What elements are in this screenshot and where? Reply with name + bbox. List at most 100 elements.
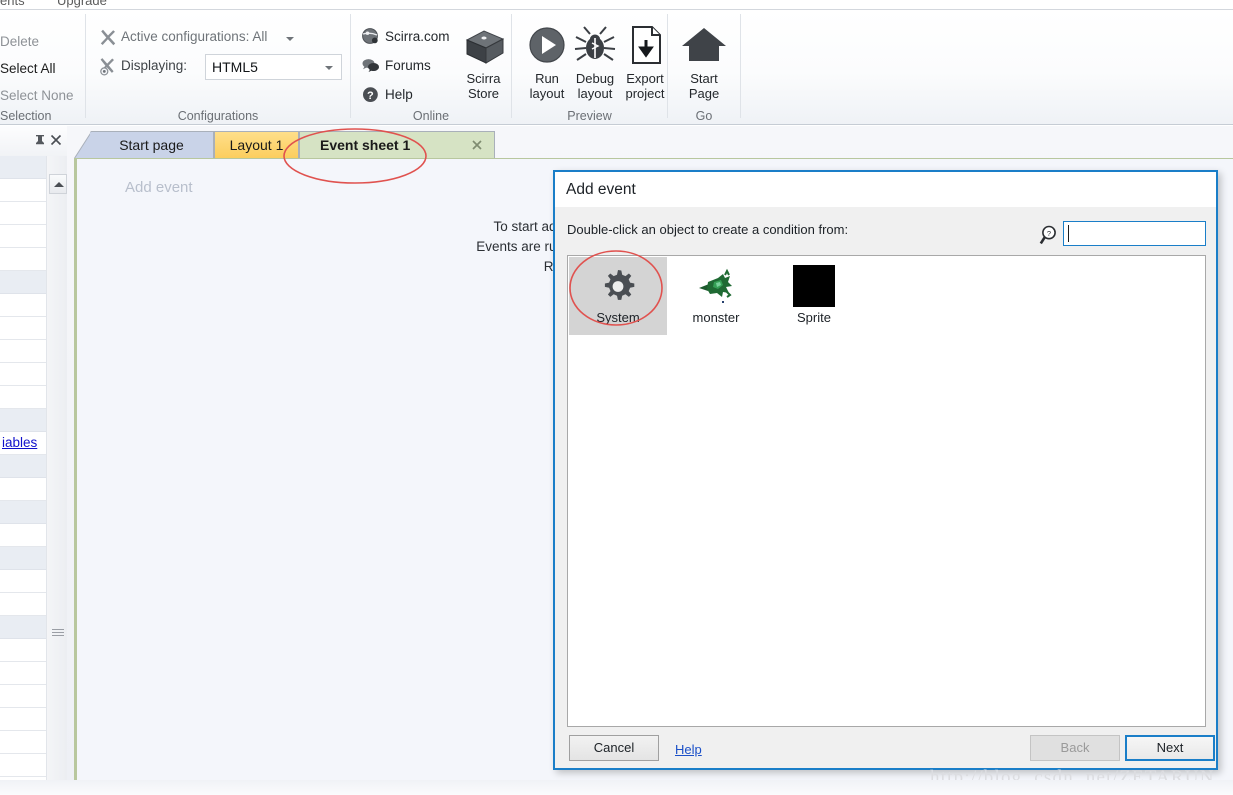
close-icon[interactable] bbox=[470, 138, 484, 152]
search-help-icon[interactable]: ? bbox=[1039, 224, 1061, 246]
debug-layout-label-1: Debug bbox=[575, 71, 615, 86]
tab-start-page[interactable]: Start page bbox=[90, 131, 214, 159]
cancel-button[interactable]: Cancel bbox=[569, 735, 659, 761]
object-item-system[interactable]: System bbox=[569, 257, 667, 335]
properties-row[interactable] bbox=[0, 754, 46, 777]
active-configurations-label: Active configurations: All bbox=[121, 29, 268, 44]
ribbon-group-go: Start Page Go bbox=[668, 10, 740, 124]
object-type-list[interactable]: System monster Sprite bbox=[567, 255, 1206, 727]
dialog-instruction: Double-click an object to create a condi… bbox=[567, 222, 849, 237]
tab-event-sheet-1[interactable]: Event sheet 1 bbox=[299, 131, 495, 159]
help-link[interactable]: Help bbox=[675, 742, 702, 757]
properties-row[interactable] bbox=[0, 639, 46, 662]
select-all-button[interactable]: Select All bbox=[0, 61, 56, 76]
speech-bubbles-icon bbox=[361, 56, 381, 76]
event-sheet-hint-line-3: Rig bbox=[77, 257, 564, 277]
properties-row[interactable] bbox=[0, 478, 46, 501]
scrollbar-grip[interactable] bbox=[52, 629, 64, 638]
close-icon[interactable] bbox=[49, 133, 63, 147]
object-item-monster[interactable]: monster bbox=[667, 257, 765, 335]
add-event-placeholder[interactable]: Add event bbox=[125, 179, 193, 196]
properties-row[interactable] bbox=[0, 685, 46, 708]
properties-row[interactable] bbox=[0, 409, 46, 432]
export-project-label-1: Export bbox=[626, 71, 664, 86]
back-button: Back bbox=[1030, 735, 1120, 761]
ribbon-group-go-label: Go bbox=[695, 109, 713, 123]
bug-icon bbox=[570, 26, 620, 71]
properties-row[interactable] bbox=[0, 179, 46, 202]
properties-panel-header bbox=[0, 126, 67, 156]
gear-icon bbox=[594, 265, 642, 309]
displaying-combobox[interactable]: HTML5 bbox=[205, 54, 342, 80]
event-sheet-hint-line-2: Events are run bbox=[476, 239, 564, 254]
properties-row[interactable] bbox=[0, 248, 46, 271]
menu-item-events[interactable]: ents bbox=[0, 0, 25, 8]
chevron-down-icon[interactable] bbox=[325, 66, 333, 70]
debug-layout-button[interactable]: Debug layout bbox=[570, 24, 620, 101]
properties-panel: iables bbox=[0, 126, 67, 795]
forums-label: Forums bbox=[385, 58, 431, 73]
properties-row[interactable] bbox=[0, 547, 46, 570]
active-configurations-dropdown[interactable]: Active configurations: All bbox=[98, 26, 338, 50]
ribbon-group-selection: Delete Select All Select None Selection bbox=[0, 10, 86, 124]
properties-row[interactable] bbox=[0, 271, 46, 294]
properties-row[interactable] bbox=[0, 708, 46, 731]
properties-row[interactable] bbox=[0, 662, 46, 685]
home-icon bbox=[678, 28, 730, 71]
start-page-button[interactable]: Start Page bbox=[678, 24, 730, 101]
ribbon-group-preview: Run layout Debug layout Export project P… bbox=[512, 10, 670, 124]
black-square-icon bbox=[793, 265, 835, 307]
help-label: Help bbox=[385, 87, 413, 102]
scirra-store-button[interactable]: Scirra Store bbox=[456, 24, 511, 101]
properties-row[interactable] bbox=[0, 156, 46, 179]
properties-row[interactable]: iables bbox=[0, 432, 46, 455]
run-layout-button[interactable]: Run layout bbox=[522, 24, 572, 101]
properties-row[interactable] bbox=[0, 455, 46, 478]
properties-row[interactable] bbox=[0, 202, 46, 225]
dialog-footer: Cancel Help Back Next bbox=[555, 728, 1216, 768]
next-button[interactable]: Next bbox=[1125, 735, 1215, 761]
wrench-eye-icon bbox=[98, 57, 118, 77]
properties-scrollbar[interactable] bbox=[46, 156, 67, 795]
properties-row[interactable] bbox=[0, 616, 46, 639]
delete-button[interactable]: Delete bbox=[0, 34, 39, 49]
ribbon-group-selection-label: Selection bbox=[0, 109, 52, 123]
svg-text:?: ? bbox=[1047, 229, 1051, 238]
properties-row[interactable] bbox=[0, 340, 46, 363]
properties-row[interactable] bbox=[0, 524, 46, 547]
tab-layout-1[interactable]: Layout 1 bbox=[214, 131, 299, 159]
properties-row[interactable] bbox=[0, 294, 46, 317]
store-box-icon bbox=[459, 30, 509, 71]
properties-row[interactable] bbox=[0, 501, 46, 524]
displaying-row: Displaying: HTML5 bbox=[98, 54, 342, 80]
select-none-button[interactable]: Select None bbox=[0, 88, 74, 103]
object-item-sprite[interactable]: Sprite bbox=[765, 257, 863, 335]
chevron-down-icon bbox=[286, 37, 294, 41]
text-caret bbox=[1068, 225, 1069, 242]
properties-row[interactable] bbox=[0, 317, 46, 340]
ribbon-group-preview-label: Preview bbox=[567, 109, 612, 123]
export-project-label-2: project bbox=[625, 86, 665, 101]
menu-bar[interactable]: ents Upgrade bbox=[0, 0, 1233, 9]
tab-event-sheet-1-label: Event sheet 1 bbox=[320, 137, 411, 153]
variables-link[interactable]: iables bbox=[2, 435, 37, 450]
svg-text:?: ? bbox=[367, 90, 374, 102]
pin-icon[interactable] bbox=[33, 133, 47, 147]
scroll-up-button[interactable] bbox=[49, 174, 67, 194]
properties-row-list[interactable]: iables bbox=[0, 156, 46, 795]
properties-row[interactable] bbox=[0, 570, 46, 593]
menu-item-upgrade[interactable]: Upgrade bbox=[57, 0, 107, 8]
ribbon-group-online: Scirra.com Forums ? Help Scirra Store On… bbox=[351, 10, 511, 124]
scirra-store-label-1: Scirra bbox=[466, 71, 501, 86]
add-event-dialog: Add event Double-click an object to crea… bbox=[553, 170, 1218, 770]
search-input[interactable] bbox=[1063, 221, 1206, 246]
start-page-label-1: Start bbox=[690, 71, 718, 86]
dialog-title: Add event bbox=[566, 181, 636, 198]
play-icon bbox=[522, 27, 572, 71]
properties-row[interactable] bbox=[0, 225, 46, 248]
properties-row[interactable] bbox=[0, 386, 46, 409]
properties-row[interactable] bbox=[0, 363, 46, 386]
export-project-button[interactable]: Export project bbox=[620, 24, 670, 101]
properties-row[interactable] bbox=[0, 731, 46, 754]
properties-row[interactable] bbox=[0, 593, 46, 616]
